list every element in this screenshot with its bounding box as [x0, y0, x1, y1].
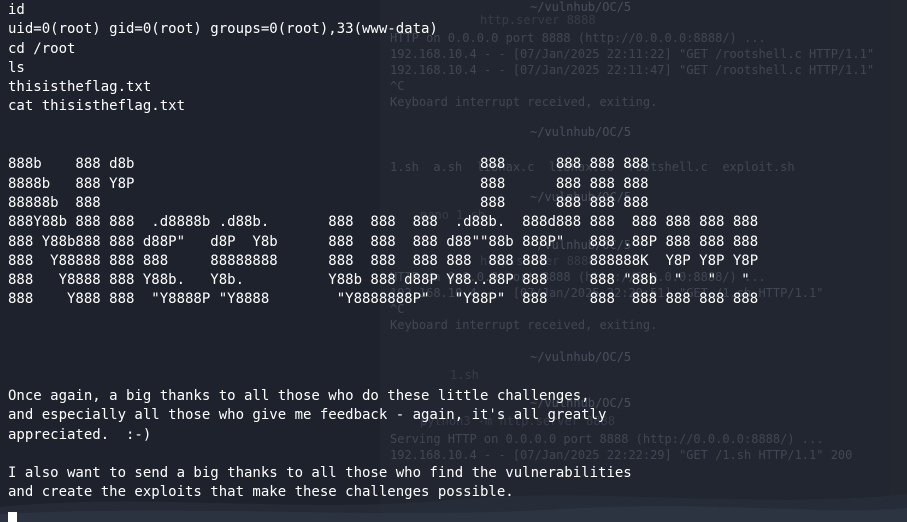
terminal-cursor — [8, 512, 17, 522]
terminal-line: Once again, a big thanks to all those wh… — [8, 387, 590, 404]
terminal-line: cd /root — [8, 40, 76, 57]
terminal-line: uid=0(root) gid=0(root) groups=0(root),3… — [8, 21, 438, 38]
terminal-line: appreciated. :-) — [8, 426, 152, 443]
terminal-line: 888 Y88b888 888 d88P" d8P Y8b 888 888 88… — [8, 233, 759, 250]
terminal-line: 888 Y8888 888 Y88b. Y8b. Y88b 888 d88P Y… — [8, 272, 750, 289]
terminal-line: cat thisistheflag.txt — [8, 98, 186, 115]
terminal-line: and especially all those who give me fee… — [8, 407, 607, 424]
terminal-line: 8888b 888 Y8P 888 888 888 888 — [8, 175, 649, 192]
terminal-line: I also want to send a big thanks to all … — [8, 465, 632, 482]
terminal-line: id — [8, 2, 25, 18]
terminal-line: 888 Y888 888 "Y8888P "Y8888 "Y8888888P" … — [8, 291, 759, 308]
terminal-line: ls — [8, 59, 25, 76]
terminal-line: 888 Y88888 888 888 88888888 888 888 888 … — [8, 252, 759, 269]
terminal-line: 888b 888 d8b 888 888 888 888 — [8, 156, 649, 173]
terminal-line: 88888b 888 888 888 888 888 — [8, 194, 649, 211]
terminal-line: thisistheflag.txt — [8, 79, 152, 96]
terminal-line: and create the exploits that make these … — [8, 484, 514, 501]
terminal-line: 888Y88b 888 888 .d8888b .d88b. 888 888 8… — [8, 214, 759, 231]
terminal-output[interactable]: id uid=0(root) gid=0(root) groups=0(root… — [8, 1, 758, 503]
